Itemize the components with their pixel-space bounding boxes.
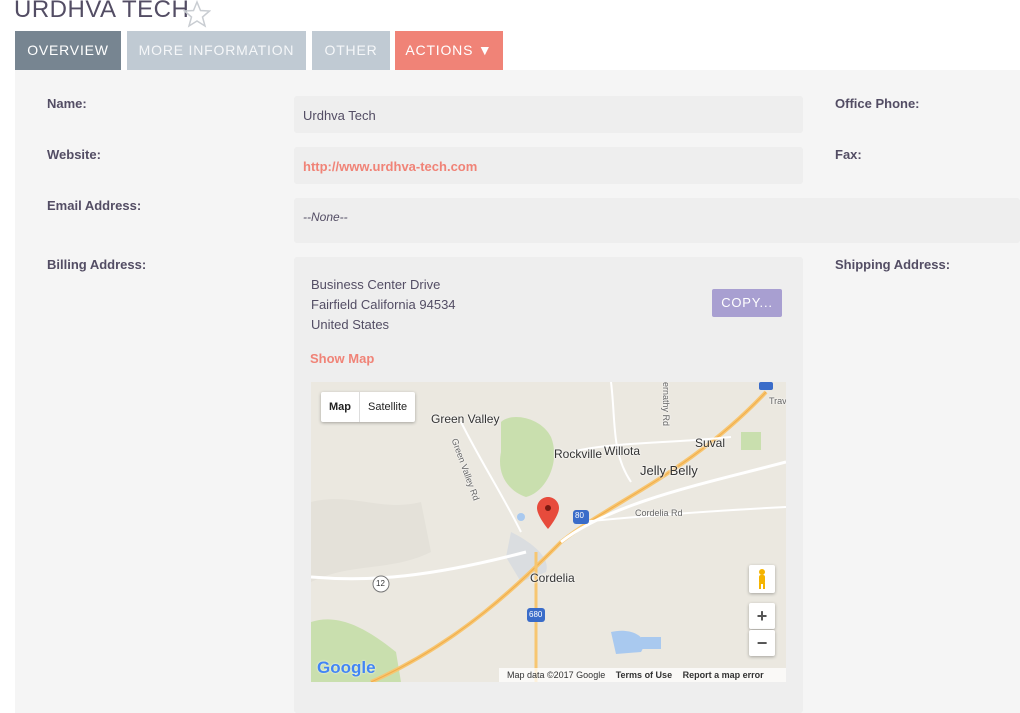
map-report-error-link[interactable]: Report a map error <box>683 670 764 680</box>
map-place-jelly-belly: Jelly Belly <box>640 463 698 478</box>
billing-country: United States <box>311 317 390 332</box>
show-map-link[interactable]: Show Map <box>310 351 374 366</box>
google-logo: Google <box>317 658 376 677</box>
shipping-address-label: Shipping Address: <box>835 257 951 272</box>
email-label: Email Address: <box>47 198 142 213</box>
tab-more-information[interactable]: MORE INFORMATION <box>127 31 306 70</box>
map-road-trav: Trav <box>769 396 786 406</box>
billing-city-line: Fairfield California 94534 <box>311 297 456 312</box>
map-place-cordelia: Cordelia <box>530 571 575 585</box>
fax-label: Fax: <box>835 147 862 162</box>
website-field: http://www.urdhva-tech.com <box>294 147 803 184</box>
page-title: URDHVA TECH <box>14 0 190 23</box>
name-value: Urdhva Tech <box>303 108 376 123</box>
map-canvas <box>311 382 786 682</box>
favorite-star-icon[interactable] <box>183 0 211 28</box>
zoom-out-button[interactable]: − <box>749 630 775 656</box>
map-road-cordelia-rd: Cordelia Rd <box>635 508 683 518</box>
name-label: Name: <box>47 96 87 111</box>
billing-address-text: Business Center Drive Fairfield Californ… <box>311 275 456 335</box>
map-place-green-valley: Green Valley <box>431 412 500 426</box>
map-terms-link[interactable]: Terms of Use <box>616 670 672 680</box>
tab-other[interactable]: OTHER <box>312 31 390 70</box>
zoom-in-button[interactable]: + <box>749 603 775 629</box>
map-place-willota: Willota <box>604 444 641 458</box>
map-type-satellite-button[interactable]: Satellite <box>360 392 415 422</box>
office-phone-label: Office Phone: <box>835 96 920 111</box>
billing-street: Business Center Drive <box>311 277 441 292</box>
map-type-map-button[interactable]: Map <box>321 392 360 422</box>
map-place-rockville: Rockville <box>554 447 603 461</box>
website-link[interactable]: http://www.urdhva-tech.com <box>303 159 477 174</box>
map-type-control: Map Satellite <box>321 392 416 422</box>
name-field: Urdhva Tech <box>294 96 803 133</box>
tab-actions[interactable]: ACTIONS ▼ <box>395 31 503 70</box>
map-widget[interactable]: Green Valley Rockville Willota Suval Jel… <box>311 382 786 682</box>
copy-button[interactable]: COPY... <box>712 289 782 317</box>
email-field: --None-- <box>294 198 1020 243</box>
map-shield-12: 12 <box>376 579 385 588</box>
map-shield-80: 80 <box>575 511 584 520</box>
map-place-suval: Suval <box>695 436 726 450</box>
map-shield-680: 680 <box>529 610 543 619</box>
website-label: Website: <box>47 147 101 162</box>
map-footer: Map data ©2017 Google Terms of Use Repor… <box>499 668 786 682</box>
map-road-abernathy-rd: ernathy Rd <box>661 382 671 427</box>
email-value: --None-- <box>303 210 348 224</box>
street-view-pegman-icon[interactable] <box>749 565 775 593</box>
tab-overview[interactable]: OVERVIEW <box>15 31 121 70</box>
billing-address-label: Billing Address: <box>47 257 147 272</box>
map-attribution: Map data ©2017 Google <box>507 670 606 680</box>
